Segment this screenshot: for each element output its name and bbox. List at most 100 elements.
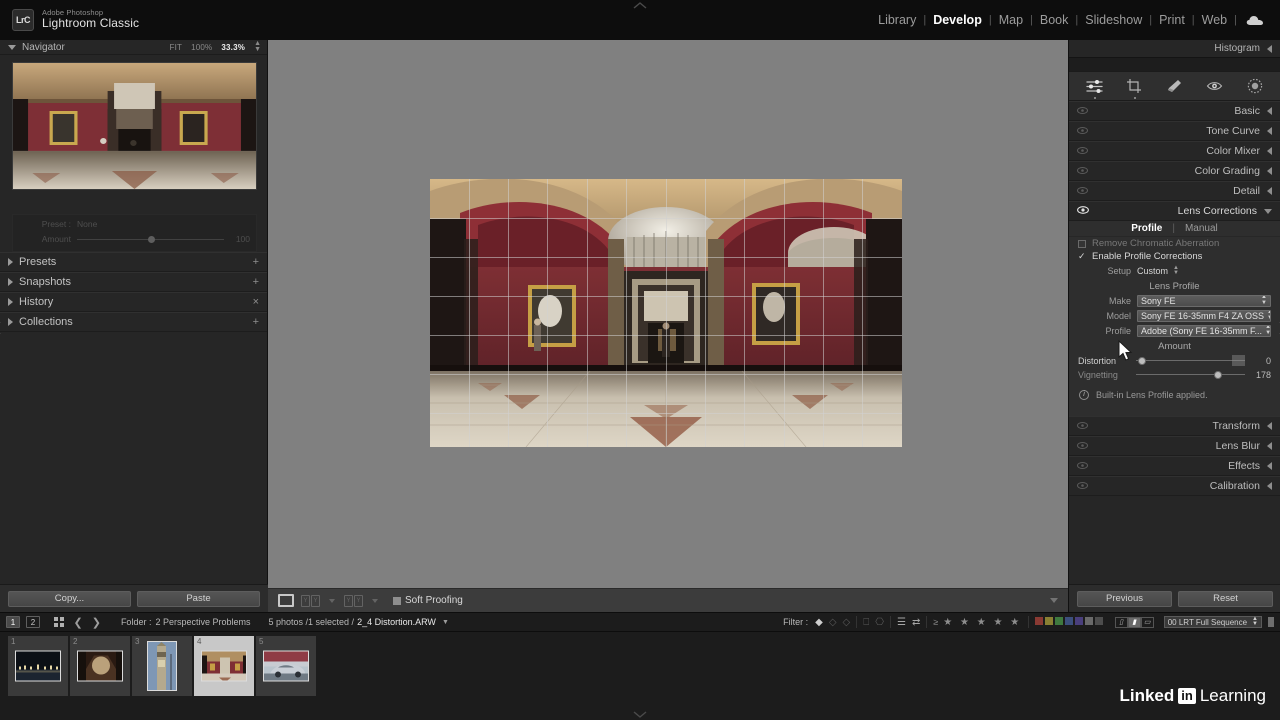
rating-operator-icon[interactable]: ≥ xyxy=(933,617,938,627)
panel-section-effects[interactable]: Effects xyxy=(1069,455,1280,476)
enable-profile-checkbox[interactable]: ✓ xyxy=(1078,252,1086,261)
filename-dropdown-icon[interactable]: ▼ xyxy=(442,619,449,626)
view-single-icon[interactable] xyxy=(278,594,294,607)
folder-value[interactable]: 2 Perspective Problems xyxy=(155,617,250,627)
paste-button[interactable]: Paste xyxy=(137,590,260,607)
distortion-slider[interactable] xyxy=(1136,355,1245,367)
soft-proofing-checkbox[interactable] xyxy=(393,596,401,605)
lens-make-row[interactable]: Make Sony FE ▲ ▼ xyxy=(1069,294,1280,307)
view-survey-icon[interactable]: YY xyxy=(344,594,363,607)
forward-arrow-icon[interactable]: ❯ xyxy=(92,616,101,629)
chevron-left-icon[interactable] xyxy=(1267,421,1272,430)
panel-section-calibration[interactable]: Calibration xyxy=(1069,475,1280,496)
chevron-down-icon[interactable] xyxy=(329,598,335,603)
chevron-updown-icon[interactable]: ▲▼ xyxy=(1252,616,1258,628)
sort-direction-icon[interactable]: ⇄ xyxy=(912,617,920,628)
sidebar-item-presets[interactable]: Presets + xyxy=(0,252,267,272)
edit-sliders-icon[interactable] xyxy=(1086,77,1104,99)
flag-rejected-icon[interactable]: ◇ xyxy=(843,617,851,628)
red-eye-icon[interactable] xyxy=(1206,77,1224,95)
chevron-left-icon[interactable] xyxy=(1267,167,1272,175)
vignetting-slider-row[interactable]: Vignetting 178 xyxy=(1069,370,1280,380)
lens-model-row[interactable]: Model Sony FE 16-35mm F4 ZA OSS ▲▼ xyxy=(1069,309,1280,322)
page-indicator-2[interactable]: 2 xyxy=(26,616,40,628)
chevron-right-icon[interactable] xyxy=(8,278,13,286)
back-arrow-icon[interactable]: ❮ xyxy=(74,616,83,629)
chevron-right-icon[interactable] xyxy=(8,258,13,266)
remove-chromatic-aberration-row[interactable]: Remove Chromatic Aberration xyxy=(1069,237,1280,250)
left-panel-collapse-arrow[interactable] xyxy=(0,321,1,335)
panel-section-detail[interactable]: Detail xyxy=(1069,181,1280,201)
cloud-icon[interactable] xyxy=(1246,15,1264,26)
chevron-down-icon[interactable] xyxy=(372,598,378,603)
eye-icon[interactable] xyxy=(1077,205,1089,217)
eye-icon[interactable] xyxy=(1077,165,1088,177)
chevron-left-icon[interactable] xyxy=(1267,481,1272,490)
model-select[interactable]: Sony FE 16-35mm F4 ZA OSS ▲▼ xyxy=(1137,309,1271,322)
eye-icon[interactable] xyxy=(1077,420,1088,432)
eye-icon[interactable] xyxy=(1077,480,1088,492)
filmstrip-item[interactable]: 3 xyxy=(132,636,192,696)
add-preset-icon[interactable]: + xyxy=(253,256,259,268)
eye-icon[interactable] xyxy=(1077,440,1088,452)
panel-section-color-mixer[interactable]: Color Mixer xyxy=(1069,141,1280,161)
preset-amount-row[interactable]: Amount 100 xyxy=(19,234,250,244)
sequence-select[interactable]: 00 LRT Full Sequence ▲ ▼ xyxy=(1163,616,1262,628)
eye-icon[interactable] xyxy=(1077,145,1088,157)
grid-view-icon[interactable] xyxy=(54,617,64,627)
module-book[interactable]: Book xyxy=(1033,13,1076,27)
clear-history-icon[interactable]: × xyxy=(253,296,259,308)
view-compare-icon[interactable]: YY xyxy=(301,594,320,607)
panel-section-lens-blur[interactable]: Lens Blur xyxy=(1069,435,1280,456)
tab-profile[interactable]: Profile xyxy=(1121,223,1172,234)
previous-button[interactable]: Previous xyxy=(1077,590,1172,607)
chevron-left-icon[interactable] xyxy=(1267,107,1272,115)
distortion-slider-knob[interactable] xyxy=(1138,356,1146,365)
image-canvas[interactable] xyxy=(268,40,1068,588)
chevron-right-icon[interactable] xyxy=(8,318,13,326)
tab-manual[interactable]: Manual xyxy=(1175,223,1228,234)
lens-profile-row[interactable]: Profile Adobe (Sony FE 16-35mm F... ▲ ▼ xyxy=(1069,324,1280,337)
eye-icon[interactable] xyxy=(1077,105,1088,117)
filmstrip-layout-toggle[interactable]: ▯ ▮ ▭ xyxy=(1114,616,1154,628)
chevron-left-icon[interactable] xyxy=(1267,441,1272,450)
enable-profile-corrections-row[interactable]: ✓ Enable Profile Corrections xyxy=(1069,250,1280,263)
module-print[interactable]: Print xyxy=(1152,13,1192,27)
panel-section-transform[interactable]: Transform xyxy=(1069,415,1280,436)
rating-stars[interactable]: ★ ★ ★ ★ ★ xyxy=(943,617,1021,628)
chevron-down-icon[interactable] xyxy=(1264,208,1272,214)
flag-picked-icon[interactable]: ◆ xyxy=(815,617,823,628)
vignetting-slider[interactable] xyxy=(1136,370,1245,379)
amount-slider-knob[interactable] xyxy=(147,235,155,243)
filmstrip-item[interactable]: 1 xyxy=(8,636,68,696)
setup-row[interactable]: Setup Custom ▲ ▼ xyxy=(1069,265,1280,277)
zoom-fit[interactable]: FIT xyxy=(170,43,183,52)
filmstrip-item[interactable]: 5 xyxy=(256,636,316,696)
setup-stepper-icon[interactable]: ▲ ▼ xyxy=(1173,265,1179,277)
make-select[interactable]: Sony FE ▲ ▼ xyxy=(1137,294,1271,307)
eye-icon[interactable] xyxy=(1077,460,1088,472)
flag-unflagged-icon[interactable]: ◇ xyxy=(829,617,837,628)
eye-icon[interactable] xyxy=(1077,125,1088,137)
rotate-right-icon[interactable]: ⎔ xyxy=(875,617,884,628)
rotate-left-icon[interactable]: ⎕ xyxy=(863,617,869,628)
chevron-left-icon[interactable] xyxy=(1267,147,1272,155)
filter-lock-icon[interactable] xyxy=(1268,617,1274,627)
panel-section-lens-corrections[interactable]: Lens Corrections xyxy=(1069,201,1280,221)
bottom-collapse-arrow[interactable] xyxy=(632,710,648,718)
remove-ca-checkbox[interactable] xyxy=(1078,239,1086,248)
develop-photo[interactable] xyxy=(430,179,902,447)
healing-brush-icon[interactable] xyxy=(1166,77,1184,95)
masking-icon[interactable] xyxy=(1246,77,1264,95)
add-snapshot-icon[interactable]: + xyxy=(253,276,259,288)
chevron-left-icon[interactable] xyxy=(1267,127,1272,135)
crop-overlay-icon[interactable] xyxy=(1126,77,1144,99)
module-slideshow[interactable]: Slideshow xyxy=(1078,13,1149,27)
sidebar-item-snapshots[interactable]: Snapshots + xyxy=(0,272,267,292)
sidebar-item-collections[interactable]: Collections + xyxy=(0,312,267,332)
reset-button[interactable]: Reset xyxy=(1178,590,1273,607)
zoom-stepper-icon[interactable]: ▲ ▼ xyxy=(254,40,261,54)
panel-section-tone-curve[interactable]: Tone Curve xyxy=(1069,121,1280,141)
histogram-header[interactable]: Histogram xyxy=(1069,40,1280,57)
zoom-100[interactable]: 100% xyxy=(191,43,212,52)
